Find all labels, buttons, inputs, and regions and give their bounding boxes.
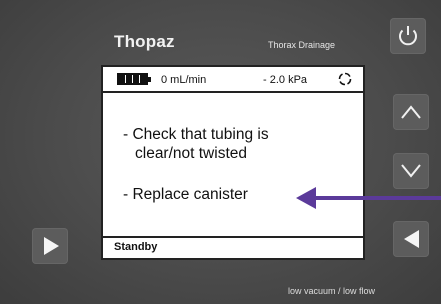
drainage-device-panel: Thopaz Thorax Drainage 0 mL/min - 2.0 kP… xyxy=(0,0,441,304)
annotation-arrow xyxy=(296,187,441,209)
alarm-text: low vacuum / low flow xyxy=(288,286,376,296)
